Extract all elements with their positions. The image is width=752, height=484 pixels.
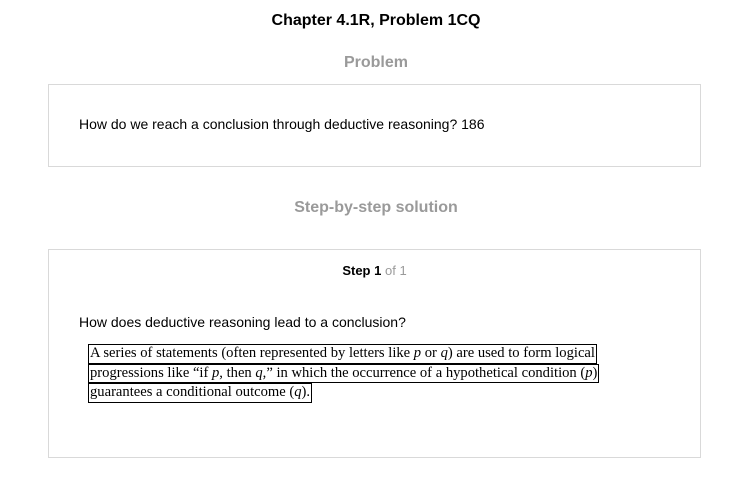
problem-heading: Problem bbox=[343, 54, 408, 71]
answer-variable: q bbox=[255, 364, 263, 381]
answer-line-row: guarantees a conditional outcome (q). bbox=[88, 383, 665, 403]
answer-variable: p bbox=[585, 364, 593, 381]
answer-text: guarantees a conditional outcome ( bbox=[90, 384, 295, 400]
step-header: Step 1 of 1 bbox=[49, 263, 700, 279]
answer-variable: q bbox=[294, 384, 302, 400]
answer-text: ) bbox=[592, 364, 598, 381]
answer-line: progressions like “if p , then q,” in whi… bbox=[88, 363, 600, 383]
answer-line: guarantees a conditional outcome (q). bbox=[88, 383, 313, 403]
step-number: 1 bbox=[374, 263, 382, 278]
answer-text: ,” in which the occurrence of a hypothet… bbox=[262, 364, 586, 381]
answer-text: ) are used to form logical bbox=[447, 345, 595, 361]
answer-text: A series of statements (often represente… bbox=[90, 345, 414, 361]
step-total: of 1 bbox=[384, 263, 407, 278]
answer-variable: p bbox=[413, 345, 422, 361]
problem-card: How do we reach a conclusion through ded… bbox=[48, 84, 701, 167]
answer-text: , then bbox=[219, 364, 256, 381]
answer-text: or bbox=[421, 345, 441, 361]
answer-text: ). bbox=[301, 384, 311, 400]
answer-line-row: progressions like “if p , then q,” in whi… bbox=[88, 363, 665, 383]
answer-text-block: A series of statements (often represente… bbox=[88, 344, 665, 403]
page-title: Chapter 4.1R, Problem 1CQ bbox=[271, 12, 481, 29]
step-question: How does deductive reasoning lead to a c… bbox=[79, 314, 406, 330]
answer-line-row: A series of statements (often represente… bbox=[88, 344, 665, 364]
answer-text: progressions like “if bbox=[90, 364, 212, 381]
problem-text: How do we reach a conclusion through ded… bbox=[79, 116, 485, 132]
step-label: Step bbox=[342, 263, 371, 278]
solution-heading: Step-by-step solution bbox=[294, 199, 458, 216]
answer-variable: q bbox=[440, 345, 448, 361]
answer-line: A series of statements (often represente… bbox=[88, 344, 597, 364]
solution-card: Step 1 of 1 How does deductive reasoning… bbox=[48, 249, 701, 458]
